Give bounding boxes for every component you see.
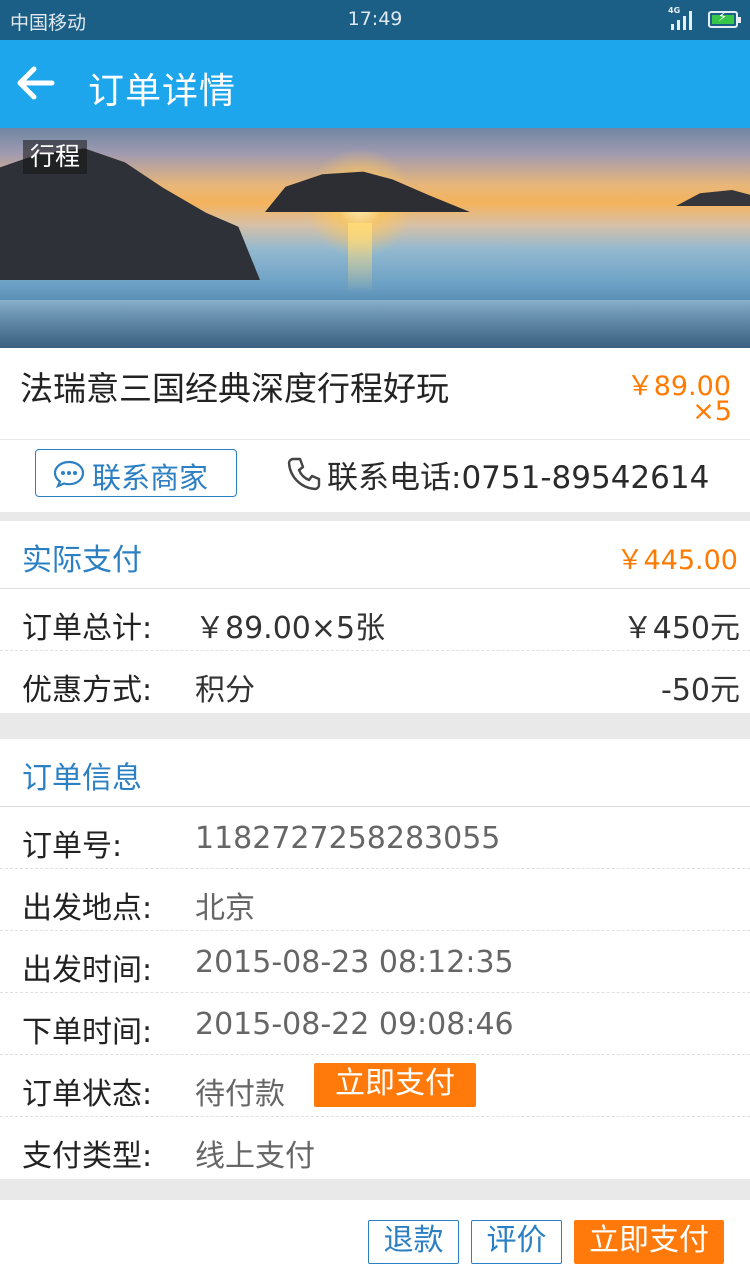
battery-icon: ⚡ xyxy=(708,10,741,28)
refund-button[interactable]: 退款 xyxy=(368,1220,459,1264)
back-arrow-icon[interactable] xyxy=(14,56,62,110)
row-amount: -50元 xyxy=(661,673,740,708)
contact-phone[interactable]: 联系电话:0751-89542614 xyxy=(327,452,709,497)
product-name: 法瑞意三国经典深度行程好玩 xyxy=(20,369,449,408)
signal-icon xyxy=(671,11,692,30)
row-key: 订单号: xyxy=(22,829,123,864)
phone-icon xyxy=(287,457,321,491)
pay-now-inline-button[interactable]: 立即支付 xyxy=(314,1063,476,1107)
row-value: 积分 xyxy=(195,673,255,708)
order-status-row: 订单状态: 待付款 立即支付 xyxy=(0,1055,750,1117)
page-title: 订单详情 xyxy=(88,71,237,112)
departure-place-row: 出发地点: 北京 xyxy=(0,869,750,931)
category-tag: 行程 xyxy=(23,140,88,174)
row-value: 线上支付 xyxy=(195,1139,315,1174)
product-title-row: 法瑞意三国经典深度行程好玩 ￥89.00 ×5 xyxy=(0,348,750,439)
contact-row: 联系商家 联系电话:0751-89542614 xyxy=(0,440,750,512)
order-info-title: 订单信息 xyxy=(22,761,142,796)
payment-title: 实际支付 xyxy=(22,543,142,578)
row-value: 2015-08-23 08:12:35 xyxy=(195,945,514,980)
status-bar: 中国移动 17:49 4G ⚡ xyxy=(0,0,750,40)
row-key: 订单状态: xyxy=(22,1077,153,1112)
status-value: 待付款 xyxy=(195,1077,285,1112)
row-key: 下单时间: xyxy=(22,1015,153,1050)
row-key: 支付类型: xyxy=(22,1139,153,1174)
action-bar: 退款 评价 立即支付 xyxy=(0,1200,750,1283)
row-value: 北京 xyxy=(195,891,255,926)
payment-section: 实际支付 ￥445.00 订单总计: ￥89.00×5张 ￥450元 优惠方式:… xyxy=(0,521,750,713)
payment-type-row: 支付类型: 线上支付 xyxy=(0,1117,750,1179)
order-info-header: 订单信息 xyxy=(0,739,750,807)
row-key: 优惠方式: xyxy=(22,673,153,708)
discount-row: 优惠方式: 积分 -50元 xyxy=(0,651,750,713)
contact-merchant-label: 联系商家 xyxy=(92,461,209,495)
order-time-row: 下单时间: 2015-08-22 09:08:46 xyxy=(0,993,750,1055)
trip-banner-image: 行程 xyxy=(0,128,750,348)
row-amount: ￥450元 xyxy=(622,611,740,646)
row-value: 2015-08-22 09:08:46 xyxy=(195,1007,514,1042)
row-value: 1182727258283055 xyxy=(195,821,501,856)
app-bar: 订单详情 xyxy=(0,40,750,128)
contact-merchant-button[interactable]: 联系商家 xyxy=(35,449,237,497)
chat-bubble-icon xyxy=(53,460,85,488)
pay-now-button[interactable]: 立即支付 xyxy=(574,1220,724,1264)
paid-amount: ￥445.00 xyxy=(616,545,738,576)
order-info-section: 订单信息 订单号: 1182727258283055 出发地点: 北京 出发时间… xyxy=(0,739,750,1179)
review-button[interactable]: 评价 xyxy=(471,1220,562,1264)
row-key: 出发时间: xyxy=(22,953,153,988)
order-total-row: 订单总计: ￥89.00×5张 ￥450元 xyxy=(0,589,750,651)
status-time: 17:49 xyxy=(347,8,403,30)
row-value: ￥89.00×5张 xyxy=(195,611,386,646)
quantity: ×5 xyxy=(692,396,732,427)
row-key: 出发地点: xyxy=(22,891,153,926)
payment-header: 实际支付 ￥445.00 xyxy=(0,521,750,589)
departure-time-row: 出发时间: 2015-08-23 08:12:35 xyxy=(0,931,750,993)
order-number-row: 订单号: 1182727258283055 xyxy=(0,807,750,869)
row-key: 订单总计: xyxy=(22,611,153,646)
